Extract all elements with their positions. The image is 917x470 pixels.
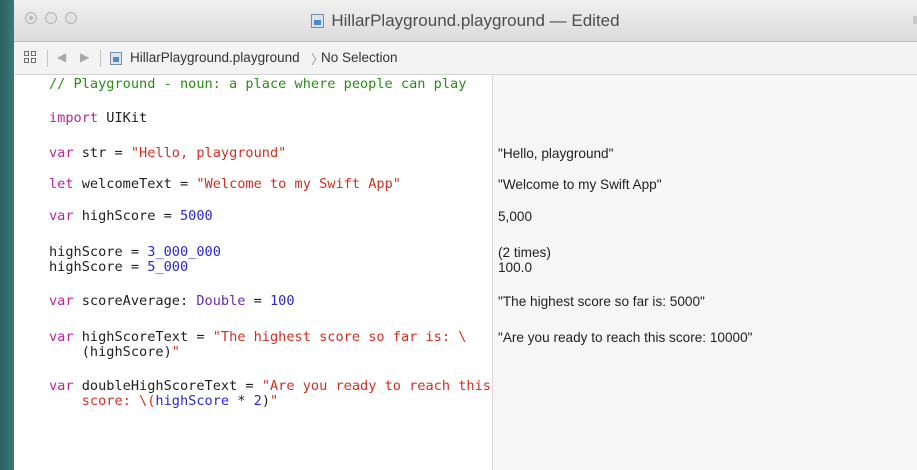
jump-bar: ◀ ▶ HillarPlayground.playground 〉 No Sel… [14, 42, 917, 75]
string-literal: score: \( [49, 393, 156, 409]
identifier: highScore = [49, 259, 148, 275]
result-highscore[interactable]: 5,000 [498, 209, 532, 224]
identifier: UIKit [98, 110, 148, 126]
code-line-double-text-1[interactable]: var doubleHighScoreText = "Are you ready… [49, 379, 491, 394]
string-literal: "Hello, playground" [130, 145, 287, 161]
code-line-comment[interactable]: // Playground - noun: a place where peop… [49, 77, 466, 92]
related-items-grid-icon[interactable] [24, 51, 37, 64]
result-score-average[interactable]: 100.0 [498, 260, 532, 275]
string-literal: " [270, 393, 279, 409]
keyword: var [49, 329, 74, 345]
playground-file-icon [311, 13, 325, 28]
code-line-welcome[interactable]: let welcomeText = "Welcome to my Swift A… [49, 177, 401, 192]
number-literal: 3_000_000 [147, 244, 221, 260]
forward-arrow-icon[interactable]: ▶ [80, 50, 89, 64]
playground-window: HillarPlayground.playground — Edited ◀ ▶… [14, 0, 917, 470]
operator: * [229, 393, 254, 409]
keyword: var [49, 293, 74, 309]
nav-separator [47, 50, 48, 67]
breadcrumb-file[interactable]: HillarPlayground.playground [130, 50, 300, 65]
code-line-score-average[interactable]: var scoreAverage: Double = 100 [49, 294, 295, 309]
number-literal: 2 [253, 393, 262, 409]
desktop-background [0, 0, 14, 470]
back-arrow-icon[interactable]: ◀ [57, 50, 66, 64]
interpolation: (highScore) [49, 344, 172, 360]
string-literal: " [171, 344, 180, 360]
string-literal: "The highest score so far is: \ [212, 329, 467, 345]
identifier: highScore = [73, 208, 180, 224]
keyword: let [49, 176, 74, 192]
code-line-highscore-text-1[interactable]: var highScoreText = "The highest score s… [49, 330, 466, 345]
window-title-text: HillarPlayground.playground — Edited [331, 10, 620, 30]
type-name: Double [196, 293, 246, 309]
identifier: highScore = [49, 244, 148, 260]
string-literal: "Are you ready to reach this [261, 378, 491, 394]
number-literal: 5_000 [147, 259, 189, 275]
result-str[interactable]: "Hello, playground" [498, 146, 613, 161]
fullscreen-icon[interactable] [913, 16, 917, 24]
code-line-str[interactable]: var str = "Hello, playground" [49, 146, 286, 161]
interpolated-identifier: highScore [155, 393, 230, 409]
code-line-assign-1[interactable]: highScore = 3_000_000 [49, 245, 221, 260]
result-double-text[interactable]: "Are you ready to reach this score: 1000… [498, 330, 752, 345]
code-line-highscore[interactable]: var highScore = 5000 [49, 209, 213, 224]
breadcrumb-selection[interactable]: No Selection [321, 50, 398, 65]
comment-text: // Playground - noun: a place where peop… [49, 76, 467, 92]
result-welcome[interactable]: "Welcome to my Swift App" [498, 177, 662, 192]
identifier: highScoreText = [73, 329, 213, 345]
code-line-assign-2[interactable]: highScore = 5_000 [49, 260, 188, 275]
string-literal: "Welcome to my Swift App" [196, 176, 401, 192]
keyword: var [49, 145, 74, 161]
keyword: var [49, 208, 74, 224]
identifier: scoreAverage: [73, 293, 197, 309]
window-title: HillarPlayground.playground — Edited [14, 0, 917, 41]
result-highscore-text[interactable]: "The highest score so far is: 5000" [498, 294, 705, 309]
editor-gutter [14, 75, 35, 470]
code-line-double-text-2[interactable]: score: \(highScore * 2)" [49, 394, 278, 409]
results-sidebar [493, 75, 917, 470]
code-line-highscore-text-2[interactable]: (highScore)" [49, 345, 180, 360]
keyword: var [49, 378, 74, 394]
operator: = [245, 293, 270, 309]
number-literal: 100 [270, 293, 295, 309]
breadcrumb-file-icon [110, 52, 122, 65]
identifier: welcomeText = [73, 176, 197, 192]
result-assign-times[interactable]: (2 times) [498, 245, 551, 260]
code-line-import[interactable]: import UIKit [49, 111, 147, 126]
paren: ) [261, 393, 271, 409]
identifier: doubleHighScoreText = [73, 378, 262, 394]
identifier: str = [73, 145, 131, 161]
keyword: import [49, 110, 99, 126]
number-literal: 5000 [179, 208, 213, 224]
nav-separator [100, 50, 101, 67]
title-bar[interactable]: HillarPlayground.playground — Edited [14, 0, 917, 42]
